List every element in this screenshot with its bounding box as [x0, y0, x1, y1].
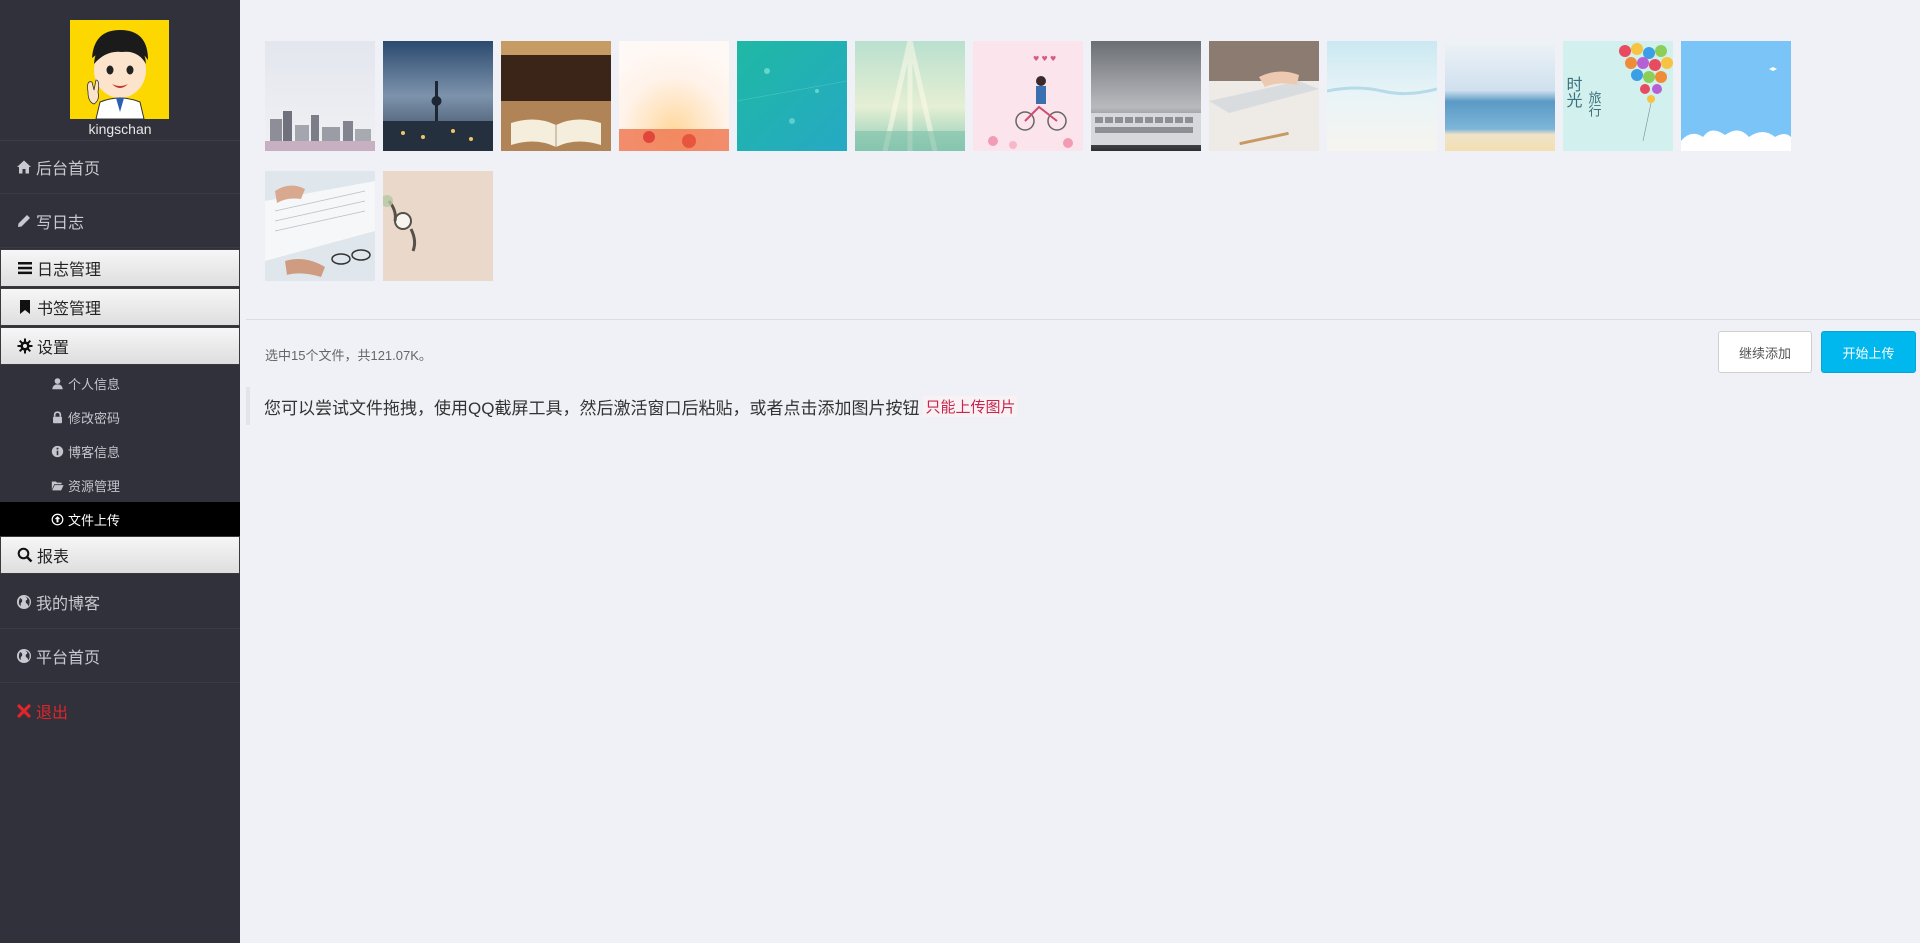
- sub-file-upload-label: 文件上传: [68, 512, 121, 528]
- info-icon: [50, 444, 64, 458]
- nav-log-manage-label: 日志管理: [37, 262, 102, 279]
- bookmark-icon: [16, 298, 34, 316]
- nav-log-manage[interactable]: 日志管理: [0, 249, 240, 287]
- thumbnail-bright-sunset-glow[interactable]: [619, 41, 729, 151]
- nav-write-label: 写日志: [36, 215, 85, 232]
- pencil-icon: [15, 212, 33, 230]
- nav-report[interactable]: 报表: [0, 536, 240, 574]
- continue-add-button[interactable]: 继续添加: [1718, 331, 1812, 373]
- svg-text:旅行: 旅行: [1586, 91, 1602, 118]
- thumbnail-green-light-rays[interactable]: [855, 41, 965, 151]
- thumbnail-pink-couple-bicycle[interactable]: ♥ ♥ ♥: [973, 41, 1083, 151]
- user-icon: [50, 376, 64, 390]
- thumbnail-sea-horizon[interactable]: [1445, 41, 1555, 151]
- sub-blog-info[interactable]: 博客信息: [0, 434, 240, 468]
- profile: kingschan: [0, 0, 240, 141]
- username: kingschan: [88, 121, 152, 137]
- thumbnail-blue-sky-cloud[interactable]: [1681, 41, 1791, 151]
- sub-blog-info-label: 博客信息: [68, 444, 121, 460]
- globe-icon: [15, 647, 33, 665]
- nav-my-blog-label: 我的博客: [36, 596, 101, 613]
- search-icon: [16, 546, 34, 564]
- thumbnail-city-skyline-fog[interactable]: [265, 41, 375, 151]
- sub-change-password-label: 修改密码: [68, 410, 121, 426]
- sub-personal-info[interactable]: 个人信息: [0, 366, 240, 400]
- thumbnail-beige-watch[interactable]: [383, 171, 493, 281]
- nav-platform-home[interactable]: 平台首页: [0, 630, 240, 683]
- thumbnail-teal-bokeh[interactable]: [737, 41, 847, 151]
- folder-open-icon: [50, 478, 64, 492]
- thumbnail-city-tower-dusk[interactable]: [383, 41, 493, 151]
- list-icon: [16, 259, 34, 277]
- sub-change-password[interactable]: 修改密码: [0, 400, 240, 434]
- home-icon: [15, 158, 33, 176]
- nav-bookmark-manage-label: 书签管理: [37, 301, 102, 318]
- upload-hint: 您可以尝试文件拖拽，使用QQ截屏工具，然后激活窗口后粘贴，或者点击添加图片按钮 …: [246, 387, 1146, 425]
- avatar[interactable]: [70, 20, 169, 119]
- nav-settings[interactable]: 设置: [0, 327, 240, 365]
- globe-icon: [15, 593, 33, 611]
- nav-home[interactable]: 后台首页: [0, 141, 240, 194]
- thumbnail-pale-beach[interactable]: [1327, 41, 1437, 151]
- svg-text:时光: 时光: [1564, 76, 1583, 109]
- sub-file-upload[interactable]: 文件上传: [0, 502, 240, 536]
- upload-circle-icon: [50, 512, 64, 526]
- upload-panel: ♥ ♥ ♥ 时光 旅行 选中15个文件，共121.07K。 继续添加 开始上传 您…: [240, 0, 1920, 943]
- divider: [246, 319, 1920, 320]
- svg-text:♥ ♥ ♥: ♥ ♥ ♥: [1033, 55, 1056, 63]
- thumbnail-hands-keyboard-glasses[interactable]: [265, 171, 375, 281]
- thumbnail-travel-balloons[interactable]: 时光 旅行: [1563, 41, 1673, 151]
- close-icon: [15, 702, 33, 720]
- start-upload-button[interactable]: 开始上传: [1821, 331, 1916, 373]
- nav-my-blog[interactable]: 我的博客: [0, 576, 240, 629]
- nav-logout[interactable]: 退出: [0, 684, 240, 737]
- thumbnail-laptop-typing[interactable]: [1209, 41, 1319, 151]
- thumbnail-keyboard-grey[interactable]: [1091, 41, 1201, 151]
- nav-write[interactable]: 写日志: [0, 195, 240, 248]
- nav-report-label: 报表: [37, 549, 70, 566]
- nav-logout-label: 退出: [36, 704, 69, 722]
- nav-settings-label: 设置: [37, 340, 70, 357]
- sub-resource-manage-label: 资源管理: [68, 478, 121, 494]
- gear-icon: [16, 337, 34, 355]
- sub-resource-manage[interactable]: 资源管理: [0, 468, 240, 502]
- nav-platform-home-label: 平台首页: [36, 650, 101, 667]
- upload-hint-text: 您可以尝试文件拖拽，使用QQ截屏工具，然后激活窗口后粘贴，或者点击添加图片按钮: [264, 398, 920, 418]
- nav-home-label: 后台首页: [36, 161, 101, 178]
- selection-status: 选中15个文件，共121.07K。: [265, 348, 432, 363]
- sub-personal-info-label: 个人信息: [68, 376, 121, 392]
- nav-bookmark-manage[interactable]: 书签管理: [0, 288, 240, 326]
- lock-icon: [50, 410, 64, 424]
- sidebar: kingschan 后台首页 写日志 日志管理 书签管理 设置 个人信息 修改密…: [0, 0, 240, 943]
- thumbnail-library-book[interactable]: [501, 41, 611, 151]
- image-only-warning: 只能上传图片: [923, 395, 1018, 417]
